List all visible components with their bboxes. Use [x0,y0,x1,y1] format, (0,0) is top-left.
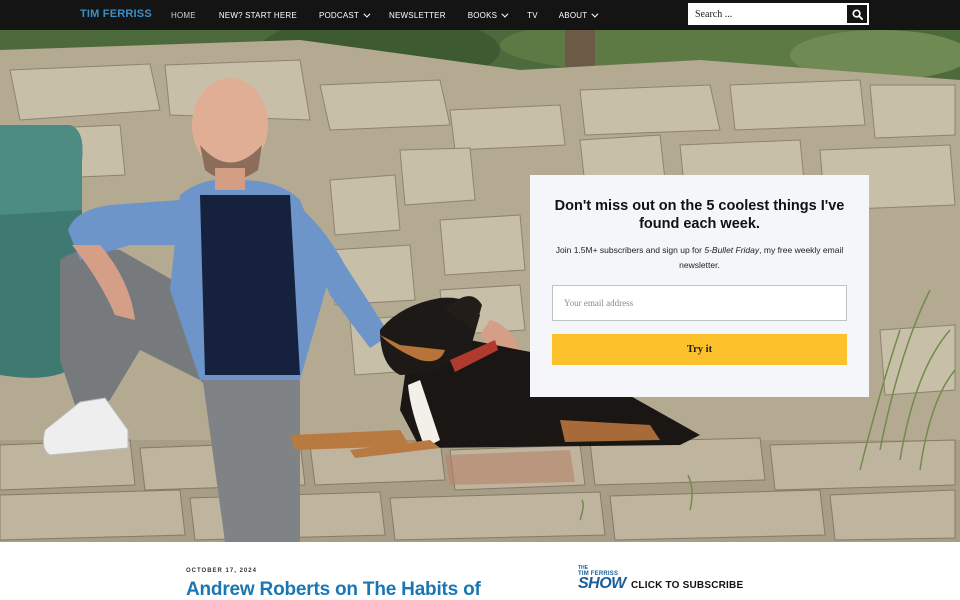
nav-item-newsletter[interactable]: NEWSLETTER [389,11,446,20]
nav-item-tv[interactable]: TV [527,11,538,20]
signup-description-start: Join 1.5M+ subscribers and sign up for [555,245,705,255]
chevron-down-icon [501,10,509,18]
nav-item-home[interactable]: HOME [171,11,196,20]
signup-description: Join 1.5M+ subscribers and sign up for 5… [544,243,855,273]
nav-item-label: NEW? START HERE [218,10,297,20]
top-nav: TIM FERRISS HOME NEW? START HERE PODCAST… [0,0,960,30]
post-date: OCTOBER 17, 2024 [186,568,257,574]
search-form [688,3,869,25]
try-it-button[interactable]: Try it [552,334,847,365]
chevron-down-icon [363,10,371,18]
email-field[interactable] [552,285,847,321]
nav-item-label: ABOUT [558,10,588,20]
nav-item-label: HOME [171,10,196,20]
nav-item-label: PODCAST [318,10,360,20]
chevron-down-icon [591,10,599,18]
nav-item-label: BOOKS [467,10,498,20]
subscribe-link[interactable]: CLICK TO SUBSCRIBE [631,580,743,591]
main-menu: HOME NEW? START HERE PODCAST NEWSLETTER … [171,0,599,30]
nav-item-about[interactable]: ABOUT [558,10,599,20]
nav-item-label: NEWSLETTER [389,10,446,20]
newsletter-name: 5-Bullet Friday [704,245,760,255]
search-icon [851,8,863,20]
signup-title: Don't miss out on the 5 coolest things I… [554,198,845,232]
search-input[interactable] [689,4,846,24]
search-button[interactable] [846,4,868,24]
nav-item-podcast[interactable]: PODCAST [318,10,371,20]
newsletter-signup-card: Don't miss out on the 5 coolest things I… [530,175,869,397]
post-title-link[interactable]: Andrew Roberts on The Habits of [186,579,481,600]
nav-item-books[interactable]: BOOKS [467,10,509,20]
nav-item-label: TV [527,10,538,20]
tim-ferriss-show-logo[interactable]: THE TIM FERRISS SHOW [578,566,628,594]
show-logo-line3: SHOW [578,575,626,592]
site-logo[interactable]: TIM FERRISS [80,8,152,20]
nav-item-start-here[interactable]: NEW? START HERE [219,11,297,20]
